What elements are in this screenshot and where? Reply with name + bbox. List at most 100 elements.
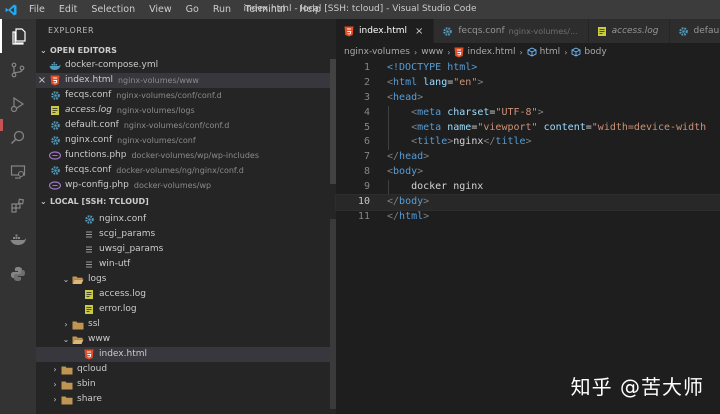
icon-slot [82,349,96,360]
menu-edit[interactable]: Edit [52,0,84,19]
code-token: meta [417,106,448,118]
open-editor-item[interactable]: access.log nginx-volumes/logs [36,103,336,118]
menu-view[interactable]: View [142,0,179,19]
tree-file[interactable]: error.log [36,302,336,317]
explorer-title: EXPLORER [48,26,94,35]
tree-folder[interactable]: › qcloud [36,362,336,377]
docker-icon[interactable] [0,223,36,257]
code-line[interactable]: 9 docker nginx [336,180,720,195]
icon-slot [48,75,62,86]
tree-folder[interactable]: › ssl [36,317,336,332]
open-editor-item[interactable]: wp-config.php docker-volumes/wp [36,178,336,193]
element-symbol-icon [527,47,537,57]
code-token: content [543,121,586,133]
chevron-right-icon[interactable]: › [50,392,60,407]
code-text: <html lang="en"> [370,76,483,91]
tree-folder[interactable]: › share [36,392,336,407]
close-icon[interactable]: × [36,73,48,88]
tab-fecqs-conf[interactable]: fecqs.conf nginx-volumes/... [434,19,589,43]
extensions-icon[interactable] [0,189,36,223]
code-line[interactable]: 1 <!DOCTYPE html> [336,61,720,76]
open-editor-path: nginx-volumes/logs [116,106,195,115]
code-line[interactable]: 7 </head> [336,150,720,165]
breadcrumb-item[interactable]: index.html [467,47,515,57]
tab-index-html[interactable]: index.html × [336,19,435,43]
tree-file[interactable]: scgi_params [36,227,336,242]
remote-explorer-icon[interactable] [0,155,36,189]
code-editor[interactable]: 1 <!DOCTYPE html> 2 <html lang="en"> 3 <head>… [335,61,720,225]
chevron-right-icon[interactable]: › [50,377,60,392]
tree-file[interactable]: uwsgi_params [36,242,336,257]
code-line[interactable]: 2 <html lang="en"> [336,76,720,91]
tree-folder[interactable]: ⌄ www [36,332,336,347]
folder-icon [61,380,73,390]
code-line[interactable]: 8 <body> [336,165,720,180]
icon-slot [48,151,62,160]
gear-file-icon [50,165,61,176]
tree-file[interactable]: nginx.conf [36,212,336,227]
open-editor-item[interactable]: nginx.conf nginx-volumes/conf [36,133,336,148]
open-editor-item[interactable]: × index.html nginx-volumes/www [36,73,336,88]
chevron-right-icon: › [447,47,451,57]
tree-folder[interactable]: › sbin [36,377,336,392]
chevron-down-icon[interactable]: ⌄ [61,272,71,287]
breadcrumb-item[interactable]: nginx-volumes [344,47,410,57]
menu-file[interactable]: File [22,0,52,19]
code-line[interactable]: 5 <meta name="viewport" content="width=d… [336,121,720,136]
code-token: html [399,210,424,222]
code-text: </body> [370,195,429,210]
chevron-down-icon[interactable]: ⌄ [61,332,71,347]
breadcrumb-item[interactable]: www [421,47,443,57]
tree-file[interactable]: access.log [36,287,336,302]
run-debug-icon[interactable] [0,87,36,121]
open-editors-header[interactable]: ⌄ OPEN EDITORS [36,43,336,58]
tree-folder[interactable]: ⌄ logs [36,272,336,287]
open-editor-item[interactable]: default.conf nginx-volumes/conf/conf.d [36,118,336,133]
open-editor-item[interactable]: fecqs.conf nginx-volumes/conf/conf.d [36,88,336,103]
code-token: > [423,210,430,222]
html-file-icon [84,349,94,360]
explorer-icon[interactable] [0,19,36,53]
code-text: <body> [370,165,423,180]
tab-default-conf[interactable]: default.conf [669,19,720,43]
code-line[interactable]: 4 <meta charset="UTF-8"> [336,106,720,121]
line-number: 5 [363,121,370,133]
code-line[interactable]: 11 </html> [336,210,720,225]
menu-help[interactable]: Help [292,0,328,19]
chevron-right-icon[interactable]: › [61,317,71,332]
folder-header[interactable]: ⌄ LOCAL [SSH: TCLOUD] [36,194,336,209]
open-editor-item[interactable]: functions.php docker-volumes/wp/wp-includ… [36,148,336,163]
open-editor-name: default.conf [65,120,119,130]
icon-slot [71,335,85,345]
menu-run[interactable]: Run [206,0,238,19]
code-text: </html> [370,210,429,225]
open-editor-item[interactable]: fecqs.conf docker-volumes/ng/nginx/conf.d [36,163,336,178]
code-token: docker nginx [387,181,484,193]
chevron-right-icon[interactable]: › [50,362,60,377]
menu-go[interactable]: Go [179,0,206,19]
breadcrumb-item[interactable]: body [584,47,606,57]
tab-access-log[interactable]: access.log [588,19,670,43]
icon-slot [442,26,453,37]
code-line[interactable]: 10 </body> [335,194,720,211]
menu-terminal[interactable]: Terminal [238,0,292,19]
search-icon[interactable] [0,121,36,155]
open-editor-item[interactable]: docker-compose.yml [36,58,336,73]
generic-file-icon [84,229,94,240]
line-number: 3 [363,91,370,103]
code-token: html [393,76,424,88]
python-icon[interactable] [0,257,36,291]
icon-slot [82,229,96,240]
icon-slot [48,135,62,146]
tree-file[interactable]: index.html [36,347,336,362]
close-icon[interactable]: × [415,26,423,37]
chevron-right-icon: › [413,47,418,57]
tree-file[interactable]: win-utf [36,257,336,272]
code-line[interactable]: 6 <title>nginx</title> [336,135,720,150]
gear-file-icon [50,120,61,131]
source-control-icon[interactable] [0,53,36,87]
gear-file-icon [50,135,61,146]
menu-selection[interactable]: Selection [84,0,142,19]
breadcrumb-item[interactable]: html [540,47,561,57]
code-line[interactable]: 3 <head> [336,91,720,106]
